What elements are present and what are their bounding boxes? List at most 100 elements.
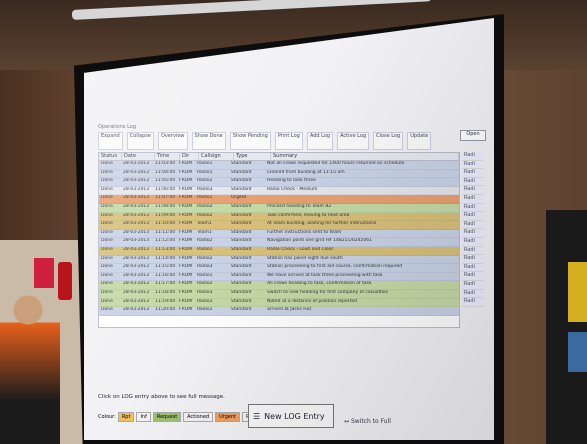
cell-status: Done bbox=[101, 281, 113, 287]
cell-time: 11:18:00 bbox=[155, 289, 176, 295]
side-column: Radi Radi Radi Radi Radi Radi Radi Radi Radi Radi… bbox=[462, 152, 484, 326]
table-row[interactable]: Done 28-03-2013 11:03:00 FROM Radio1 Standard… bbox=[99, 161, 459, 170]
side-label: Radi bbox=[462, 229, 484, 238]
cell-summary: Further instructions sent to team bbox=[267, 229, 342, 235]
cell-summary: Radio Check - Medium bbox=[267, 186, 318, 192]
column-header[interactable]: Type bbox=[234, 153, 271, 160]
toolbar-button[interactable]: Overview bbox=[157, 132, 188, 150]
cell-date: 28-03-2013 bbox=[123, 178, 150, 184]
open-button[interactable]: Open bbox=[460, 130, 486, 141]
cell-callsign: Radio1 bbox=[197, 161, 213, 166]
table-row[interactable]: Done 28-03-2013 11:15:00 FROM Radio3 Standard… bbox=[99, 264, 459, 273]
cell-type: Standard bbox=[231, 212, 252, 218]
side-label: Radi bbox=[462, 220, 484, 230]
table-row[interactable]: Done 28-03-2013 11:11:00 FROM Team1 Standard F… bbox=[99, 229, 459, 239]
cell-summary: All crews heading to task, confirmation … bbox=[267, 281, 372, 287]
cell-type: Standard bbox=[231, 246, 252, 252]
cell-time: 11:12:00 bbox=[155, 238, 176, 244]
cell-dir: FROM bbox=[179, 264, 193, 270]
cell-date: 28-03-2013 bbox=[123, 186, 150, 192]
cell-date: 28-03-2013 bbox=[123, 264, 150, 270]
filter-chip[interactable]: Actioned bbox=[183, 412, 214, 422]
cell-type: Standard bbox=[231, 178, 252, 184]
document-icon: ☰ bbox=[253, 411, 261, 421]
cell-date: 28-03-2013 bbox=[123, 298, 150, 304]
column-header[interactable]: Callsign bbox=[199, 153, 234, 160]
cell-date: 28-03-2013 bbox=[123, 272, 150, 278]
table-row[interactable]: Done 28-03-2013 11:14:00 FROM Radio2 Standard… bbox=[99, 255, 459, 265]
cell-callsign: Team1 bbox=[197, 229, 212, 235]
cell-time: 11:06:00 bbox=[155, 186, 176, 192]
filter-chip[interactable]: Inf bbox=[136, 412, 151, 422]
toolbar-button[interactable]: Expand bbox=[98, 132, 123, 150]
filter-chip[interactable]: Urgent bbox=[215, 412, 241, 422]
cell-summary: Navigation point one grid ref 148251/024… bbox=[267, 238, 372, 244]
cell-status: Done bbox=[101, 169, 113, 175]
filter-chip[interactable]: Request bbox=[152, 412, 182, 422]
new-log-button[interactable]: ☰ New LOG Entry bbox=[248, 404, 334, 428]
toolbar-button[interactable]: Add Log bbox=[306, 132, 334, 150]
cell-time: 11:08:00 bbox=[155, 203, 176, 209]
table-row[interactable]: Done 28-03-2013 11:04:00 FROM Radio1 Standard… bbox=[99, 169, 459, 179]
table-row[interactable]: Done 28-03-2013 11:13:00 FROM Radio1 Standard… bbox=[99, 246, 459, 256]
filters-label: Colour: bbox=[98, 414, 116, 420]
cell-time: 11:14:00 bbox=[155, 255, 176, 261]
cell-callsign: Radio3 bbox=[197, 186, 213, 192]
toolbar: Expand Collapse Overview Show Done Show Pend… bbox=[94, 132, 486, 150]
toolbar-button[interactable]: Print Log bbox=[274, 132, 303, 150]
toolbar-button[interactable]: Show Pending bbox=[229, 132, 271, 150]
cell-summary: We have arrived at task three proceeding… bbox=[267, 272, 383, 278]
cell-callsign: Radio2 bbox=[197, 203, 213, 209]
toolbar-button[interactable]: Update bbox=[407, 132, 432, 150]
cell-summary: Heading to task three bbox=[267, 178, 316, 184]
cell-summary: At Team building, waiting for further in… bbox=[267, 221, 377, 227]
cell-dir: FROM bbox=[179, 289, 193, 295]
cell-summary bbox=[265, 195, 459, 203]
table-row[interactable]: Done 28-03-2013 11:10:00 FROM Team1 Standard A… bbox=[99, 221, 459, 230]
arrows-icon: ↔ bbox=[344, 418, 350, 425]
cell-dir: FROM bbox=[179, 169, 193, 175]
table-row[interactable]: Done 28-03-2013 11:16:00 FROM Radio1 Standard… bbox=[99, 272, 459, 282]
cell-callsign: Radio1 bbox=[197, 272, 213, 278]
side-label: Radi bbox=[462, 194, 484, 204]
cell-type: Standard bbox=[231, 238, 252, 244]
toolbar-button[interactable]: Collapse bbox=[126, 132, 154, 150]
column-header[interactable]: Summary bbox=[271, 153, 459, 160]
table-row[interactable]: Done 28-03-2013 11:19:00 FROM Radio1 Standard… bbox=[99, 298, 459, 308]
table-row[interactable]: Done 28-03-2013 11:06:00 FROM Radio3 Standard… bbox=[99, 186, 459, 196]
cell-type: Standard bbox=[231, 161, 252, 166]
column-header[interactable]: Status bbox=[99, 153, 122, 160]
cell-type: Standard bbox=[231, 229, 252, 235]
table-row[interactable]: Done 28-03-2013 11:08:00 FROM Radio2 Standard… bbox=[99, 203, 459, 213]
cell-summary: Proceed heading to Team B2 bbox=[267, 203, 332, 209]
side-label: Radi bbox=[462, 212, 484, 221]
toolbar-button[interactable]: Close Log bbox=[373, 132, 404, 150]
table-row[interactable]: Done 28-03-2013 11:17:00 FROM Radio2 Standard… bbox=[99, 281, 459, 290]
cell-time: 11:09:00 bbox=[155, 212, 176, 218]
switch-link[interactable]: ↔ Switch to Full bbox=[344, 418, 391, 425]
cell-callsign: Radio1 bbox=[197, 307, 213, 313]
table-row[interactable]: Done 28-03-2013 11:18:00 FROM Radio3 Standard… bbox=[99, 289, 459, 299]
cell-time: 11:10:00 bbox=[155, 221, 176, 227]
toolbar-button[interactable]: Active Log bbox=[337, 132, 370, 150]
cell-dir: FROM bbox=[179, 246, 193, 252]
column-header[interactable]: Time bbox=[155, 153, 180, 160]
cell-status: Done bbox=[101, 255, 113, 261]
column-header[interactable]: Date bbox=[122, 153, 155, 160]
cell-time: 11:15:00 bbox=[155, 264, 176, 270]
table-row[interactable]: Done 28-03-2013 11:07:00 FROM Radio1 Urgent bbox=[99, 195, 459, 204]
table-row[interactable]: Done 28-03-2013 11:09:00 FROM Radio2 Standard… bbox=[99, 212, 459, 222]
side-label: Radi bbox=[462, 280, 484, 290]
filter-chip[interactable]: Rpt bbox=[117, 412, 135, 422]
cell-type: Standard bbox=[231, 272, 252, 278]
column-header[interactable]: Dir bbox=[180, 153, 199, 160]
cell-callsign: Radio1 bbox=[197, 195, 213, 201]
cell-callsign: Team1 bbox=[197, 221, 212, 227]
table-row[interactable]: Done 28-03-2013 11:05:00 FROM Radio2 Standard… bbox=[99, 178, 459, 187]
table-body: Done 28-03-2013 11:03:00 FROM Radio1 Standard… bbox=[99, 161, 459, 316]
cell-status: Done bbox=[101, 238, 113, 244]
cell-summary: Task confirmed, moving to next area bbox=[267, 212, 350, 218]
table-row[interactable]: Done 28-03-2013 11:20:00 FROM Radio1 Standard… bbox=[99, 307, 459, 316]
toolbar-button[interactable]: Show Done bbox=[191, 132, 226, 150]
table-row[interactable]: Done 28-03-2013 11:12:00 FROM Radio2 Standard… bbox=[99, 238, 459, 247]
